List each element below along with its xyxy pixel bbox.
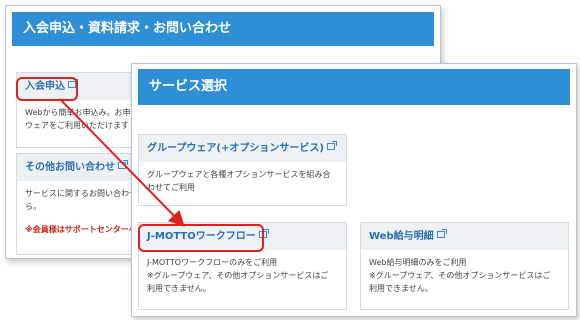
connector-arrow	[59, 98, 185, 227]
arrow-line	[59, 98, 185, 227]
